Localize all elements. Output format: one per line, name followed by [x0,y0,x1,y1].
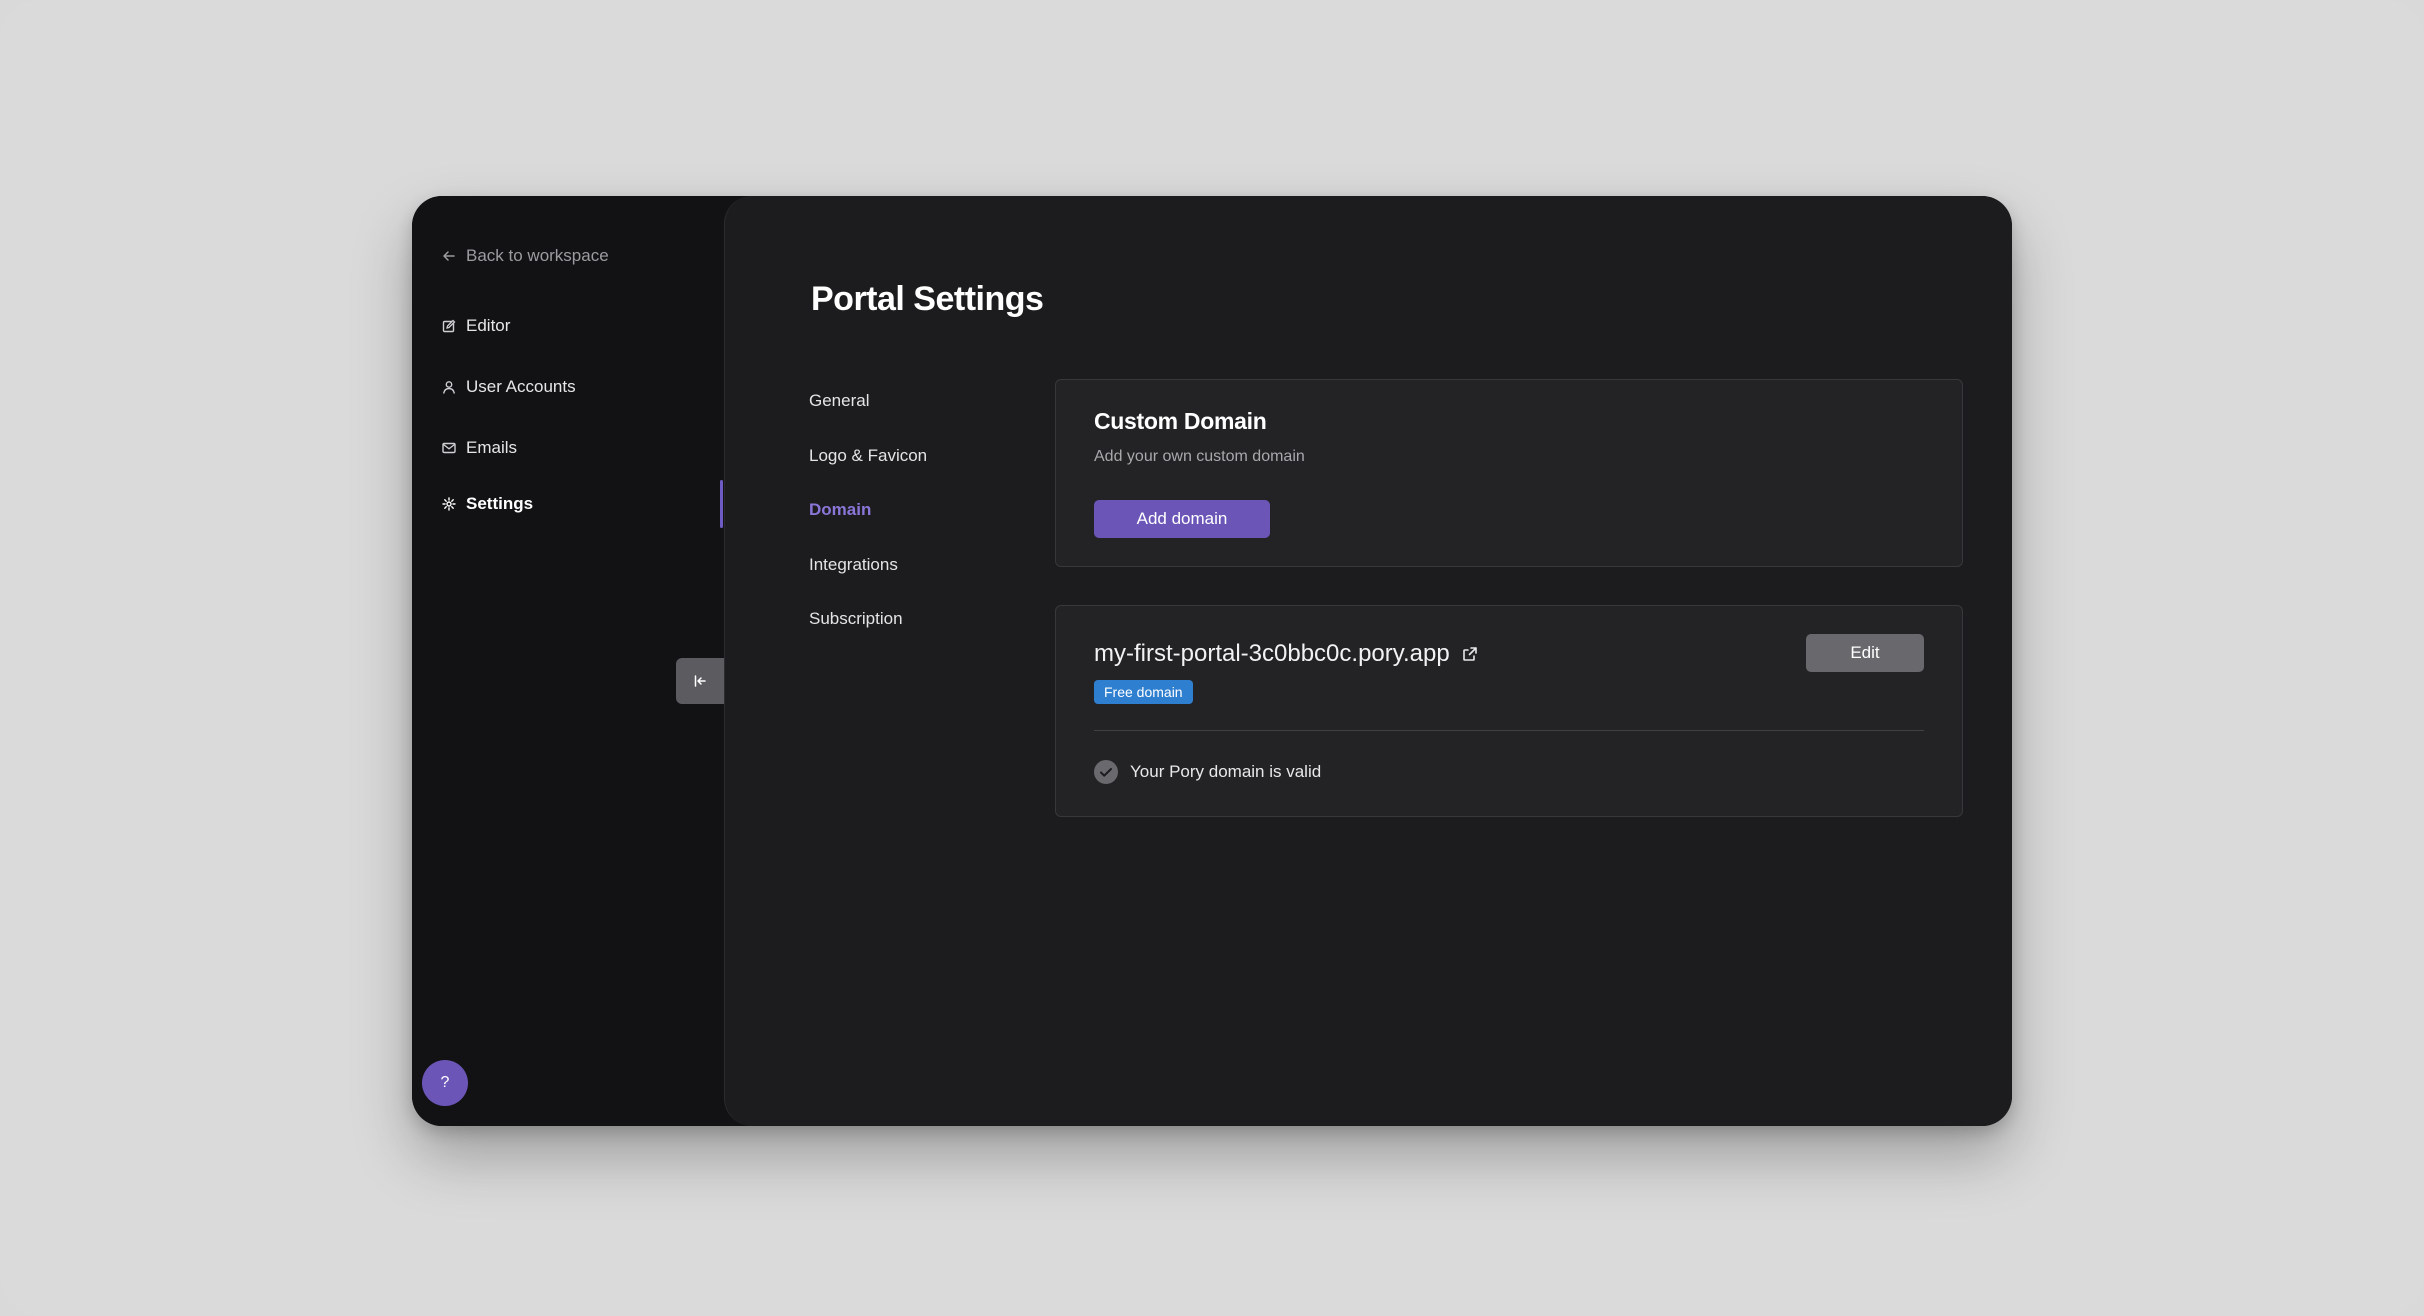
edit-icon [442,319,456,333]
tab-subscription[interactable]: Subscription [809,609,903,629]
arrow-left-icon [443,251,455,261]
gear-icon [442,497,456,511]
add-domain-button[interactable]: Add domain [1094,500,1270,538]
domain-row: my-first-portal-3c0bbc0c.pory.app [1094,640,1478,668]
tab-general[interactable]: General [809,391,869,411]
sidebar-item-user-accounts[interactable]: User Accounts [442,370,576,404]
domain-card: my-first-portal-3c0bbc0c.pory.app Free d… [1055,605,1963,817]
divider [1094,730,1924,731]
free-domain-badge: Free domain [1094,680,1193,704]
sidebar-item-settings[interactable]: Settings [442,487,533,521]
page-title: Portal Settings [811,280,1044,318]
sidebar-item-emails[interactable]: Emails [442,431,517,465]
custom-domain-title: Custom Domain [1094,408,1267,434]
mail-icon [442,442,456,454]
main-panel: Portal Settings General Logo & Favicon D… [724,196,2012,1126]
back-to-workspace-label: Back to workspace [466,246,609,265]
back-to-workspace-link[interactable]: Back to workspace [442,240,609,272]
sidebar: Back to workspace Editor User Accounts E… [412,196,724,1126]
custom-domain-card: Custom Domain Add your own custom domain… [1055,379,1963,567]
help-icon: ? [440,1074,450,1091]
sidebar-item-label: Editor [466,316,511,335]
collapse-sidebar-button[interactable] [676,658,724,704]
screenshot-frame: Back to workspace Editor User Accounts E… [0,0,2424,1316]
sidebar-item-label: Emails [466,438,518,457]
tab-logo-favicon[interactable]: Logo & Favicon [809,446,927,466]
domain-name: my-first-portal-3c0bbc0c.pory.app [1094,640,1450,667]
custom-domain-description: Add your own custom domain [1094,448,1305,465]
sidebar-item-label: Settings [466,494,534,513]
collapse-left-icon [694,675,706,687]
sidebar-item-editor[interactable]: Editor [442,309,510,343]
user-icon [443,381,455,394]
app-window: Back to workspace Editor User Accounts E… [412,196,2012,1126]
tab-domain[interactable]: Domain [809,500,871,520]
sidebar-item-label: User Accounts [466,377,576,396]
tab-integrations[interactable]: Integrations [809,555,898,575]
external-link-icon[interactable] [1462,646,1478,662]
domain-status-text: Your Pory domain is valid [1130,762,1322,781]
help-button[interactable]: ? [422,1060,468,1106]
edit-domain-button[interactable]: Edit [1806,634,1924,672]
check-circle-icon [1094,760,1118,784]
domain-status: Your Pory domain is valid [1094,760,1321,784]
active-nav-indicator [720,480,723,528]
